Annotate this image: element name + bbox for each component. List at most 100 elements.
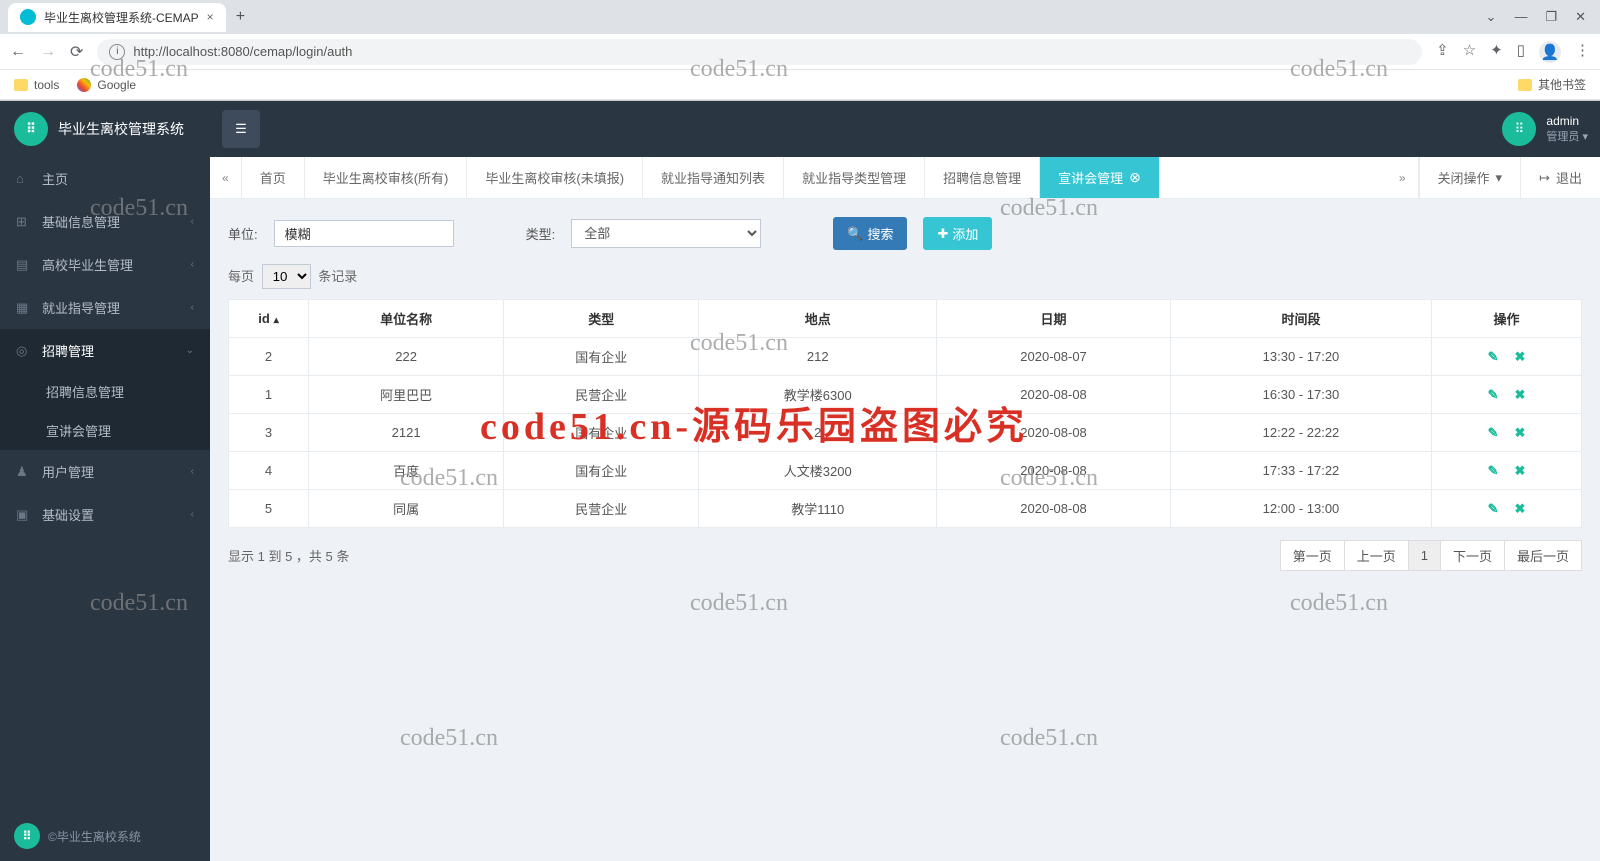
- tab-home[interactable]: 首页: [242, 157, 305, 198]
- logo-icon: ⠿: [14, 823, 40, 849]
- edit-icon[interactable]: ✎: [1488, 463, 1499, 478]
- cell-name: 同属: [309, 490, 504, 528]
- tab-recruit-info[interactable]: 招聘信息管理: [925, 157, 1040, 198]
- tab-audit-all[interactable]: 毕业生离校审核(所有): [305, 157, 468, 198]
- menu-basic-info[interactable]: ⊞基础信息管理‹: [0, 200, 210, 243]
- add-button[interactable]: ✚添加: [923, 217, 992, 250]
- tabs-scroll-right[interactable]: »: [1387, 157, 1419, 198]
- menu-user[interactable]: ♟用户管理‹: [0, 450, 210, 493]
- edit-icon[interactable]: ✎: [1488, 387, 1499, 402]
- col-date[interactable]: 日期: [937, 300, 1171, 338]
- close-window-icon[interactable]: ✕: [1575, 9, 1586, 25]
- page-last[interactable]: 最后一页: [1504, 540, 1582, 571]
- chevron-left-icon: ‹: [191, 466, 194, 477]
- edit-icon[interactable]: ✎: [1488, 501, 1499, 516]
- submenu-recruit-info[interactable]: 招聘信息管理: [0, 372, 210, 411]
- book-icon: ▤: [16, 257, 32, 273]
- col-time[interactable]: 时间段: [1170, 300, 1431, 338]
- google-icon: [77, 78, 91, 92]
- folder-icon: [14, 79, 28, 91]
- tab-guidance-notice[interactable]: 就业指导通知列表: [643, 157, 784, 198]
- cell-type: 民营企业: [504, 376, 699, 414]
- logout-button[interactable]: ↦ 退出: [1520, 157, 1600, 198]
- chevron-left-icon: ‹: [191, 259, 194, 270]
- unit-input[interactable]: [274, 220, 454, 247]
- chevron-left-icon: ‹: [191, 302, 194, 313]
- bookmark-other[interactable]: 其他书签: [1518, 76, 1586, 93]
- logo-icon: ⠿: [14, 112, 48, 146]
- edit-icon[interactable]: ✎: [1488, 349, 1499, 364]
- back-button[interactable]: ←: [10, 43, 26, 61]
- col-place[interactable]: 地点: [699, 300, 937, 338]
- page-first[interactable]: 第一页: [1280, 540, 1345, 571]
- col-action: 操作: [1432, 300, 1582, 338]
- bookmark-tools[interactable]: tools: [14, 78, 59, 92]
- extensions-icon[interactable]: ✦: [1490, 41, 1503, 63]
- cell-date: 2020-08-08: [937, 376, 1171, 414]
- bookmark-google[interactable]: Google: [77, 78, 136, 92]
- col-name[interactable]: 单位名称: [309, 300, 504, 338]
- favorite-icon[interactable]: ☆: [1463, 41, 1476, 63]
- type-select[interactable]: 全部: [571, 219, 761, 248]
- search-button[interactable]: 🔍搜索: [833, 217, 907, 250]
- menu-settings[interactable]: ▣基础设置‹: [0, 493, 210, 536]
- forward-button[interactable]: →: [40, 43, 56, 61]
- plus-icon: ✚: [937, 226, 948, 242]
- caret-down-icon: ▾: [1496, 170, 1503, 186]
- hamburger-button[interactable]: ☰: [222, 110, 260, 148]
- cell-time: 12:00 - 13:00: [1170, 490, 1431, 528]
- menu-icon[interactable]: ⋮: [1575, 41, 1590, 63]
- user-info[interactable]: admin 管理员 ▾: [1546, 114, 1588, 144]
- close-icon[interactable]: ×: [207, 10, 214, 24]
- new-tab-button[interactable]: +: [226, 4, 255, 30]
- tab-guidance-type[interactable]: 就业指导类型管理: [784, 157, 925, 198]
- profile-icon[interactable]: 👤: [1539, 41, 1561, 63]
- menu-graduates[interactable]: ▤高校毕业生管理‹: [0, 243, 210, 286]
- length-select[interactable]: 10: [262, 264, 311, 289]
- tabs-scroll-left[interactable]: «: [210, 157, 242, 198]
- col-type[interactable]: 类型: [504, 300, 699, 338]
- close-operations[interactable]: 关闭操作 ▾: [1419, 157, 1521, 198]
- delete-icon[interactable]: ✖: [1515, 463, 1526, 478]
- cell-name: 百度: [309, 452, 504, 490]
- menu-home[interactable]: ⌂主页: [0, 157, 210, 200]
- reading-list-icon[interactable]: ▯: [1517, 41, 1525, 63]
- favicon-icon: [20, 9, 36, 25]
- table-info: 显示 1 到 5 ，共 5 条: [228, 546, 349, 565]
- delete-icon[interactable]: ✖: [1515, 387, 1526, 402]
- topbar: ☰ ⠿ admin 管理员 ▾: [210, 101, 1600, 157]
- cell-action: ✎✖: [1432, 376, 1582, 414]
- main-area: ☰ ⠿ admin 管理员 ▾ « 首页 毕业生离校审核(所有) 毕业生离校审核…: [210, 101, 1600, 861]
- close-icon[interactable]: ⊗: [1129, 169, 1141, 186]
- page-next[interactable]: 下一页: [1440, 540, 1505, 571]
- cell-type: 国有企业: [504, 338, 699, 376]
- dropdown-icon[interactable]: ⌄: [1486, 9, 1497, 25]
- page-prev[interactable]: 上一页: [1344, 540, 1409, 571]
- maximize-icon[interactable]: ❐: [1545, 9, 1557, 25]
- cell-date: 2020-08-08: [937, 414, 1171, 452]
- delete-icon[interactable]: ✖: [1515, 349, 1526, 364]
- cell-time: 17:33 - 17:22: [1170, 452, 1431, 490]
- tab-talk-meeting[interactable]: 宣讲会管理 ⊗: [1040, 157, 1160, 198]
- browser-tab-active[interactable]: 毕业生离校管理系统-CEMAP ×: [8, 3, 226, 32]
- cell-date: 2020-08-07: [937, 338, 1171, 376]
- settings-icon: ▣: [16, 507, 32, 523]
- tab-audit-unfilled[interactable]: 毕业生离校审核(未填报): [467, 157, 643, 198]
- edit-icon[interactable]: ✎: [1488, 425, 1499, 440]
- sidebar-header: ⠿ 毕业生离校管理系统: [0, 101, 210, 157]
- address-bar[interactable]: i http://localhost:8080/cemap/login/auth: [97, 39, 1422, 65]
- cell-time: 13:30 - 17:20: [1170, 338, 1431, 376]
- page-1[interactable]: 1: [1408, 540, 1441, 571]
- site-info-icon[interactable]: i: [109, 44, 125, 60]
- user-avatar-icon[interactable]: ⠿: [1502, 112, 1536, 146]
- refresh-button[interactable]: ⟳: [70, 42, 83, 62]
- col-id[interactable]: id▴: [229, 300, 309, 338]
- delete-icon[interactable]: ✖: [1515, 501, 1526, 516]
- minimize-icon[interactable]: —: [1514, 9, 1527, 25]
- menu-recruitment[interactable]: ◎招聘管理⌄: [0, 329, 210, 372]
- menu-guidance[interactable]: ▦就业指导管理‹: [0, 286, 210, 329]
- submenu-talk-meeting[interactable]: 宣讲会管理: [0, 411, 210, 450]
- delete-icon[interactable]: ✖: [1515, 425, 1526, 440]
- share-icon[interactable]: ⇪: [1436, 41, 1449, 63]
- page-tabs: « 首页 毕业生离校审核(所有) 毕业生离校审核(未填报) 就业指导通知列表 就…: [210, 157, 1600, 199]
